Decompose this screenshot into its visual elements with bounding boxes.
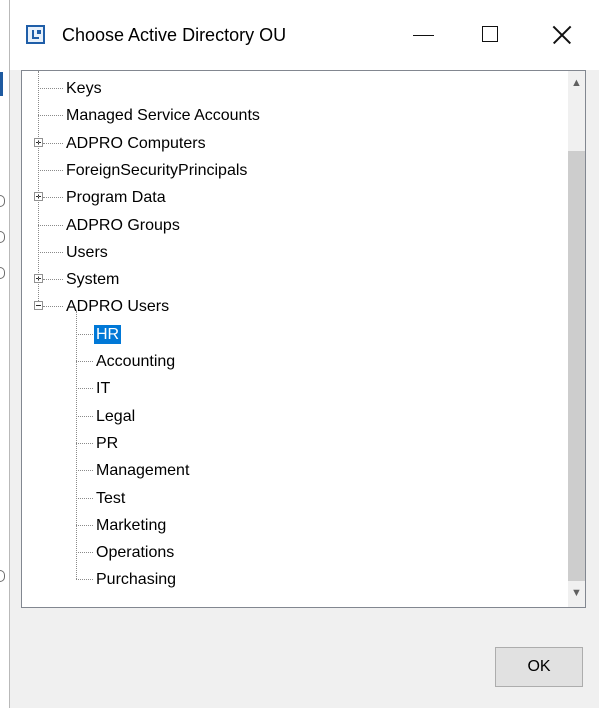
tree-item-label: ADPRO Groups — [66, 216, 180, 234]
tree-item[interactable]: System — [22, 266, 522, 293]
tree-item[interactable]: IT — [22, 375, 522, 402]
tree-item-label: Test — [96, 489, 126, 507]
tree-item[interactable]: Keys — [22, 75, 522, 102]
tree-connector — [43, 142, 63, 144]
tree-item[interactable]: Accounting — [22, 348, 522, 375]
tree-item[interactable]: ForeignSecurityPrincipals — [22, 157, 522, 184]
minimize-button[interactable] — [402, 14, 446, 56]
tree-connector — [76, 333, 93, 335]
tree-item[interactable]: Users — [22, 239, 522, 266]
tree-connector — [38, 251, 63, 253]
tree-item-label: Users — [66, 243, 108, 261]
tree-connector — [76, 388, 93, 390]
tree-item-label: Accounting — [96, 353, 176, 370]
tree-item-label: Managed Service Accounts — [66, 107, 260, 125]
collapse-minus-icon[interactable] — [34, 301, 43, 311]
ok-button[interactable]: OK — [495, 647, 583, 687]
vertical-scrollbar[interactable]: ▲ ▼ — [568, 71, 585, 607]
tree-connector — [76, 552, 93, 554]
tree-item[interactable]: HR — [22, 321, 522, 348]
tree-item[interactable]: ADPRO Computers — [22, 130, 522, 157]
ou-tree-view[interactable]: ▲ ▼ Keys Managed Service Accounts ADPRO Co… — [21, 70, 586, 608]
tree-item[interactable]: Managed Service Accounts — [22, 102, 522, 129]
tree-connector — [76, 442, 93, 444]
tree-item[interactable]: Management — [22, 457, 522, 484]
background-window-fragment — [0, 267, 5, 279]
tree-connector — [38, 71, 39, 302]
tree-connector — [76, 361, 93, 362]
tree-connector — [76, 579, 93, 581]
tree-connector — [76, 415, 93, 417]
tree-item[interactable]: ADPRO Groups — [22, 212, 522, 239]
tree-item[interactable]: PR — [22, 430, 522, 457]
tree-item-label: Keys — [66, 80, 102, 97]
close-button[interactable] — [541, 14, 585, 56]
tree-item-label: ADPRO Users — [66, 298, 170, 316]
background-window-fragment — [0, 570, 5, 582]
scroll-down-arrow-icon[interactable]: ▼ — [568, 585, 585, 602]
tree-item[interactable]: Legal — [22, 403, 522, 430]
tree-item-label: System — [66, 271, 120, 289]
tree-item-label: ForeignSecurityPrincipals — [66, 161, 248, 179]
title-bar[interactable]: Choose Active Directory OU — [10, 0, 599, 70]
window-title: Choose Active Directory OU — [62, 25, 287, 45]
tree-connector — [43, 197, 63, 199]
tree-connector — [38, 88, 63, 89]
tree-connector — [38, 115, 63, 117]
tree-item[interactable]: ADPRO Users — [22, 293, 522, 320]
tree-item-label: Marketing — [96, 516, 167, 534]
tree-item-label: Purchasing — [96, 571, 177, 589]
tree-connector — [43, 306, 63, 308]
scroll-up-arrow-icon[interactable]: ▲ — [568, 75, 585, 92]
tree-item-label: Operations — [96, 544, 175, 562]
tree-item-label: Management — [96, 462, 190, 480]
tree-connector — [76, 524, 93, 526]
tree-item-label: Legal — [96, 407, 136, 425]
tree-item-label: HR — [94, 324, 122, 344]
tree-item[interactable]: Operations — [22, 539, 522, 566]
tree-item-label: IT — [96, 380, 111, 398]
tree-connector — [76, 311, 77, 580]
tree-connector — [76, 497, 93, 499]
tree-connector — [38, 169, 63, 171]
background-window-edge — [0, 0, 10, 708]
tree-item[interactable]: Purchasing — [22, 566, 522, 593]
tree-item[interactable]: Marketing — [22, 512, 522, 539]
maximize-button[interactable] — [468, 14, 512, 56]
tree-connector — [43, 279, 63, 281]
tree-item[interactable]: Program Data — [22, 184, 522, 211]
background-window-fragment — [0, 231, 5, 243]
tree-item-label: ADPRO Computers — [66, 134, 206, 152]
background-window-fragment — [0, 195, 5, 207]
tree-item-label: PR — [96, 434, 119, 452]
scroll-thumb[interactable] — [568, 151, 585, 581]
tree-item-label: Program Data — [66, 189, 166, 207]
tree-connector — [38, 224, 63, 226]
tree-connector — [76, 470, 93, 472]
directory-tree-icon — [26, 25, 45, 44]
tree-item[interactable]: Test — [22, 485, 522, 512]
background-window-accent — [0, 72, 3, 96]
